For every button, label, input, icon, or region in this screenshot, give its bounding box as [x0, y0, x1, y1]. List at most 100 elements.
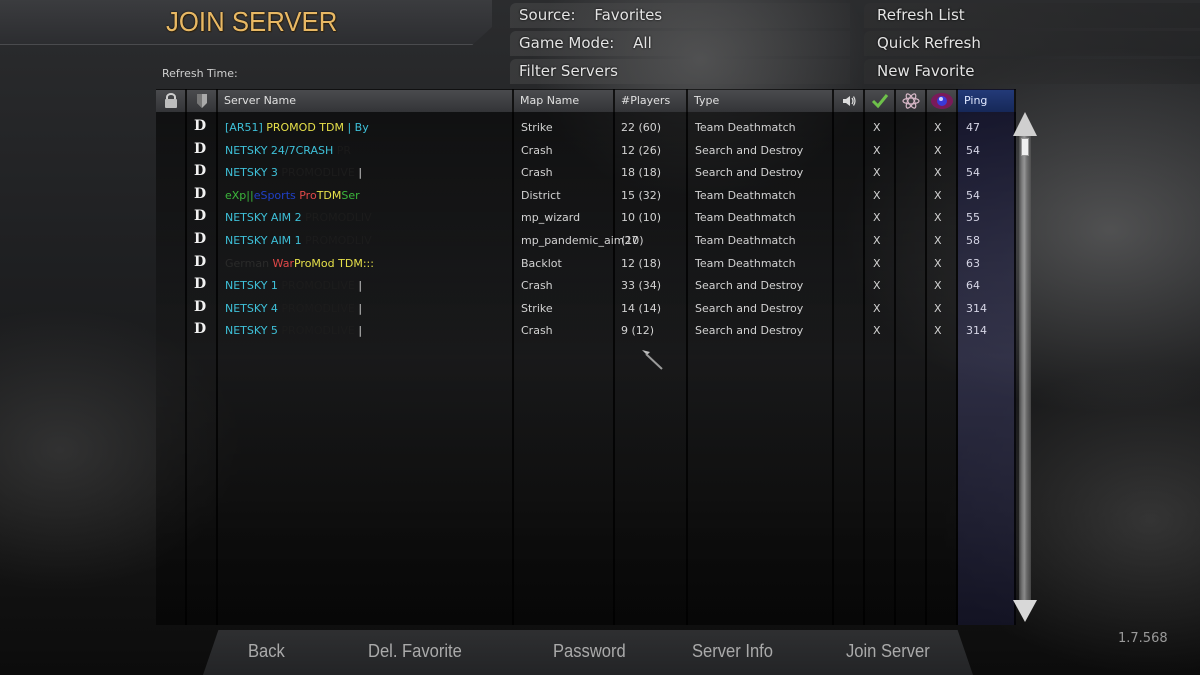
speaker-icon [842, 96, 856, 106]
source-label: Source: [519, 6, 576, 24]
game-mode-selector[interactable]: Game Mode: All [510, 31, 850, 56]
server-row[interactable]: D NETSKY AIM 2 PROMODLIV mp_wizard 10 (10) T… [156, 207, 1014, 229]
player-count: 18 (18) [621, 166, 662, 180]
server-name-part: | [354, 324, 363, 338]
server-name: [AR51] PROMOD TDM | By [225, 121, 369, 134]
page-title: JOIN SERVER [166, 6, 338, 37]
server-row[interactable]: D NETSKY 24/7CRASH PR Crash 12 (26) Search a… [156, 140, 1014, 162]
server-name-part: NETSKY AIM 2 [225, 211, 306, 225]
dedicated-flag: D [194, 231, 207, 247]
server-info-button[interactable]: Server Info [692, 641, 773, 662]
dedicated-flag: D [194, 253, 207, 270]
server-name-part: Ser [341, 188, 360, 202]
del-favorite-button[interactable]: Del. Favorite [368, 641, 462, 662]
server-name: NETSKY 1 PROMODLIVE | [225, 279, 362, 292]
game-type: Search and Destroy [695, 301, 804, 315]
column-header-type[interactable]: Type [688, 90, 834, 112]
dedicated-flag: D [194, 298, 207, 315]
server-row[interactable]: D NETSKY 5 PROMODLIVE | Crash 9 (12) Search … [156, 320, 1014, 342]
refresh-list-button[interactable]: Refresh List [864, 3, 1200, 28]
server-name-part: NETSKY 3 [225, 166, 282, 180]
server-row[interactable]: D NETSKY 3 PROMODLIVE | Crash 18 (18) Search… [156, 162, 1014, 184]
voice-flag: X [873, 279, 881, 293]
column-header-server-name[interactable]: Server Name [218, 90, 514, 112]
atom-icon [901, 93, 920, 109]
hardcore-flag: X [934, 301, 942, 315]
hardcore-flag: X [934, 279, 942, 293]
map-name: Strike [521, 121, 553, 134]
player-count: (10) [621, 234, 644, 247]
scroll-thumb[interactable] [1021, 138, 1029, 156]
server-name-part: NETSKY 4 [225, 301, 282, 315]
dedicated-flag: D [194, 140, 207, 157]
game-mode-label: Game Mode: [519, 34, 615, 52]
player-count: 12 (26) [621, 143, 662, 157]
voice-flag: X [873, 211, 881, 225]
server-row[interactable]: D NETSKY AIM 1 PROMODLIV mp_pandemic_aim27… [156, 230, 1014, 252]
voice-flag: X [873, 256, 881, 270]
game-type: Search and Destroy [695, 143, 804, 157]
server-name-part: | [354, 279, 363, 293]
map-name: mp_wizard [521, 211, 581, 225]
refresh-time-label: Refresh Time: [162, 67, 238, 80]
ping-value: 314 [966, 301, 987, 315]
voice-flag: X [873, 324, 881, 338]
server-row[interactable]: D [AR51] PROMOD TDM | By Strike 22 (60) Team… [156, 117, 1014, 139]
column-header-lock[interactable] [156, 90, 187, 112]
dedicated-flag: D [194, 321, 207, 338]
quick-refresh-button[interactable]: Quick Refresh [864, 31, 1200, 56]
column-header-hardcore[interactable] [927, 90, 958, 112]
column-header-voice[interactable] [834, 90, 865, 112]
server-name-part: TDM [316, 188, 342, 202]
voice-flag: X [873, 166, 881, 180]
hardcore-flag: X [934, 121, 942, 134]
quick-refresh-label: Quick Refresh [877, 34, 981, 52]
server-name-part: [AR51] [225, 121, 267, 134]
game-type: Team Deathmatch [695, 211, 796, 225]
map-name: Strike [521, 301, 553, 315]
server-row[interactable]: D NETSKY 4 PROMODLIVE | Strike 14 (14) Searc… [156, 298, 1014, 320]
game-type: Search and Destroy [695, 166, 804, 180]
server-name-part: PROMODLIVE [281, 279, 355, 293]
password-button[interactable]: Password [553, 641, 626, 662]
filter-servers-button[interactable]: Filter Servers [510, 59, 850, 84]
new-favorite-button[interactable]: New Favorite [864, 59, 1200, 84]
new-favorite-label: New Favorite [877, 62, 975, 80]
source-selector[interactable]: Source: Favorites [510, 3, 850, 28]
column-header-ping[interactable]: Ping [958, 90, 1016, 112]
ping-value: 64 [966, 279, 980, 293]
server-name: NETSKY 5 PROMODLIVE | [225, 324, 362, 337]
server-name-part: PROMODLIVE [281, 301, 355, 315]
game-type: Team Deathmatch [695, 234, 796, 247]
player-count: 9 (12) [621, 324, 655, 338]
map-name: Crash [521, 166, 553, 180]
column-header-favorite[interactable] [187, 90, 218, 112]
dedicated-flag: D [194, 276, 207, 293]
game-type: Search and Destroy [695, 279, 804, 293]
game-type: Search and Destroy [695, 324, 804, 338]
column-header-mod[interactable] [896, 90, 927, 112]
orb-icon [930, 93, 953, 109]
server-list-table: Server Name Map Name #Players Type Ping … [156, 89, 1016, 625]
column-header-players[interactable]: #Players [615, 90, 688, 112]
server-row[interactable]: D NETSKY 1 PROMODLIVE | Crash 33 (34) Search… [156, 275, 1014, 297]
server-row[interactable]: D German WarProMod TDM::: Backlot 12 (18) Te… [156, 253, 1014, 275]
server-name: German WarProMod TDM::: [225, 257, 374, 270]
scroll-track[interactable] [1019, 136, 1031, 600]
server-name: NETSKY 4 PROMODLIVE | [225, 302, 362, 315]
mouse-cursor-icon [642, 350, 663, 370]
column-header-map-name[interactable]: Map Name [514, 90, 615, 112]
back-button[interactable]: Back [248, 641, 285, 662]
server-name: NETSKY 24/7CRASH PR [225, 144, 351, 157]
server-name-part: PROMODLIV [305, 234, 372, 247]
scroll-down-arrow-icon[interactable] [1013, 600, 1037, 622]
player-count: 10 (10) [621, 211, 662, 225]
scrollbar[interactable] [1013, 112, 1037, 622]
join-server-button[interactable]: Join Server [846, 641, 930, 662]
column-header-punkbuster[interactable] [865, 90, 896, 112]
dedicated-flag: D [194, 163, 207, 180]
scroll-up-arrow-icon[interactable] [1013, 112, 1037, 136]
checkmark-icon [871, 94, 888, 109]
server-row[interactable]: DeXp||eSports ProTDMSer District 15 (32) Te… [156, 185, 1014, 207]
source-value: Favorites [594, 6, 663, 24]
